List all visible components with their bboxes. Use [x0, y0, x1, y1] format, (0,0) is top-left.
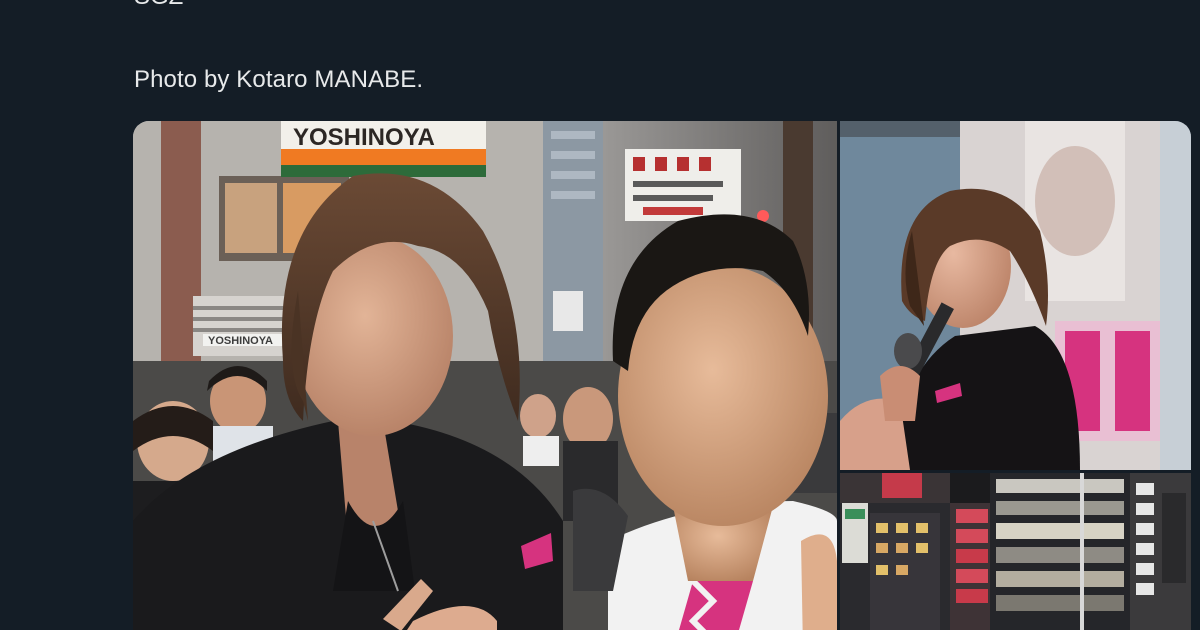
lower-sign-text: YOSHINOYA: [208, 335, 273, 347]
main-photo-image: YOSHINOYA YOSHINOYA: [133, 121, 837, 630]
main-photo[interactable]: YOSHINOYA YOSHINOYA: [133, 121, 837, 630]
speech-photo[interactable]: [840, 121, 1191, 470]
speech-photo-image: [840, 121, 1191, 470]
yoshinoya-sign-text: YOSHINOYA: [293, 124, 435, 151]
media-grid: YOSHINOYA YOSHINOYA: [133, 121, 1191, 630]
night-street-photo[interactable]: [840, 473, 1191, 630]
tweet-page: SGZ Photo by Kotaro MANABE.: [0, 0, 1200, 630]
photo-credit-text: Photo by Kotaro MANABE.: [134, 66, 424, 93]
night-street-photo-image: [840, 473, 1191, 630]
tweet-text-clipped: SGZ: [134, 0, 183, 11]
